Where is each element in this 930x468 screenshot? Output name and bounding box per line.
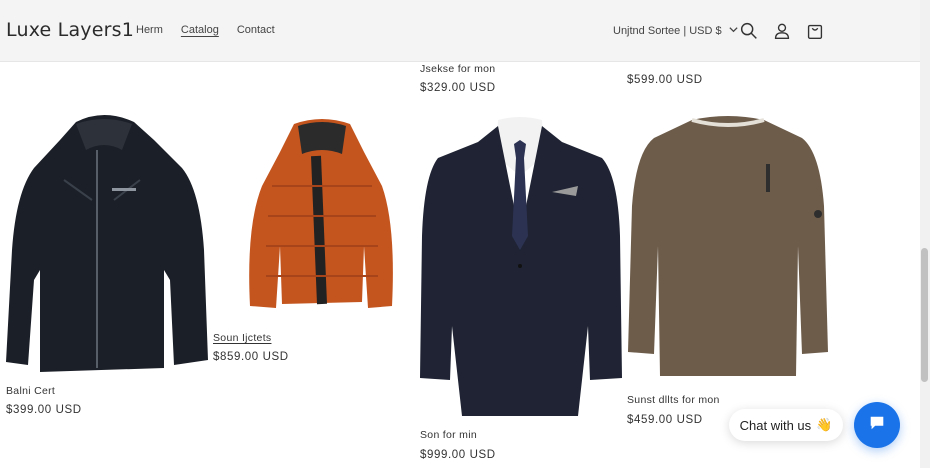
product-price-top-2: $599.00 USD [627,74,703,86]
main-nav: Herm Catalog Contact [136,24,293,36]
nav-catalog[interactable]: Catalog [181,24,219,36]
product-image-suit[interactable] [418,116,622,416]
search-icon[interactable] [738,20,760,42]
site-logo[interactable]: Luxe Layers1 [6,19,134,41]
nav-contact[interactable]: Contact [237,24,275,36]
product-name-top-1[interactable]: Jsekse for mon [420,63,495,75]
product-price: $999.00 USD [420,449,496,461]
cart-icon[interactable] [804,20,826,42]
product-name[interactable]: Sunst dllts for mon [627,394,720,406]
product-name[interactable]: Soun Ijctets [213,332,271,344]
product-image-orange-puffer[interactable] [242,116,402,316]
account-icon[interactable] [771,20,793,42]
chat-launcher-button[interactable] [854,402,900,448]
product-card-sweatshirt[interactable]: Sunst dllts for mon $459.00 USD [626,116,832,436]
product-image-black-jacket[interactable] [4,110,210,375]
chat-icon [868,414,886,437]
country-currency-label: Unjtnd Sortee | USD $ [613,25,722,37]
product-name[interactable]: Balni Cert [6,385,55,397]
scrollbar-thumb[interactable] [921,248,928,382]
product-image-sweatshirt[interactable] [626,116,830,382]
product-price: $459.00 USD [627,414,703,426]
product-card-orange-puffer[interactable]: Soun Ijctets $859.00 USD [212,116,412,366]
chevron-down-icon [728,24,739,38]
site-header: Luxe Layers1 Herm Catalog Contact Unjtnd… [0,0,920,62]
product-card-suit[interactable]: Son for min $999.00 USD [418,116,624,468]
country-currency-selector[interactable]: Unjtnd Sortee | USD $ [613,24,739,38]
product-card-black-jacket[interactable]: Balni Cert $399.00 USD [4,110,210,420]
chat-with-us-button[interactable]: Chat with us 👋 [729,409,843,441]
scrollbar-track[interactable] [920,0,930,468]
product-price-top-1: $329.00 USD [420,82,496,94]
product-price: $859.00 USD [213,351,289,363]
product-price: $399.00 USD [6,404,82,416]
wave-emoji-icon: 👋 [816,417,833,432]
chat-label: Chat with us [739,417,812,433]
product-name[interactable]: Son for min [420,429,477,441]
nav-home[interactable]: Herm [136,24,163,36]
